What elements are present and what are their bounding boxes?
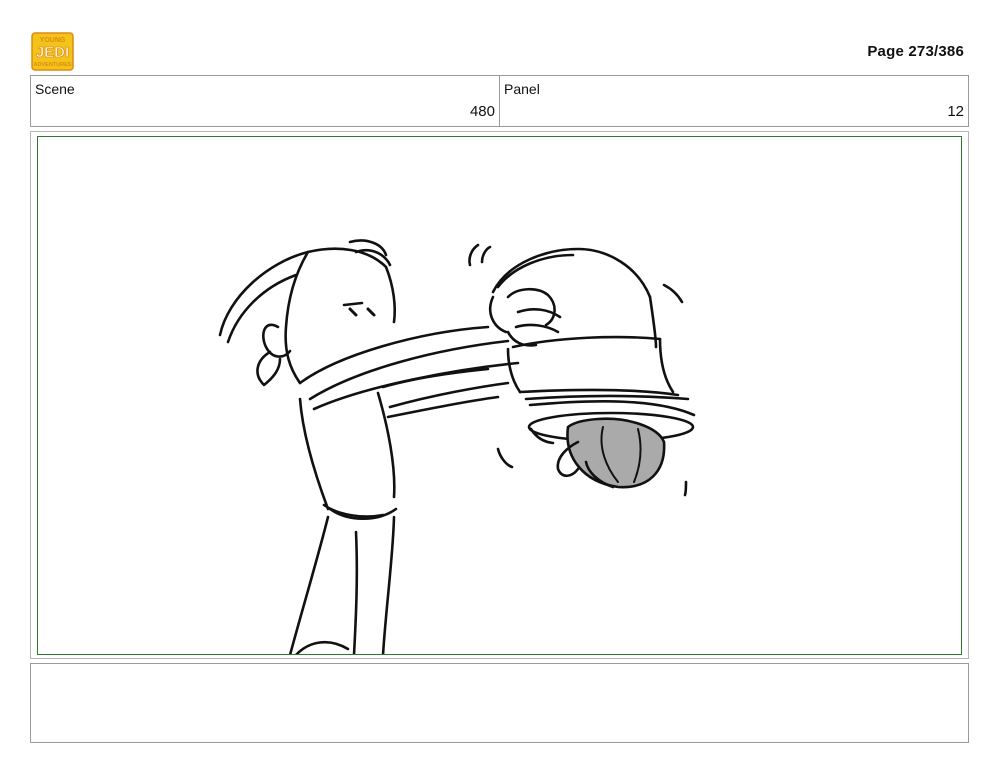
young-jedi-adventures-logo: YOUNG JEDI ADVENTURES — [31, 30, 74, 73]
info-row: Scene 480 Panel 12 — [30, 75, 969, 127]
panel-label: Panel — [504, 81, 540, 97]
scene-value: 480 — [469, 103, 495, 120]
panel-value: 12 — [947, 103, 964, 120]
scene-cell: Scene 480 — [31, 76, 499, 126]
panel-cell: Panel 12 — [499, 76, 968, 126]
scene-label: Scene — [35, 81, 75, 97]
notes-box — [30, 663, 969, 743]
storyboard-sketch-icon — [218, 239, 696, 654]
svg-text:ADVENTURES: ADVENTURES — [34, 62, 72, 68]
svg-text:YOUNG: YOUNG — [40, 37, 66, 44]
page-number: Page 273/386 — [867, 43, 964, 60]
storyboard-frame — [37, 136, 962, 655]
storyboard-panel — [30, 131, 969, 659]
svg-text:JEDI: JEDI — [36, 44, 69, 61]
